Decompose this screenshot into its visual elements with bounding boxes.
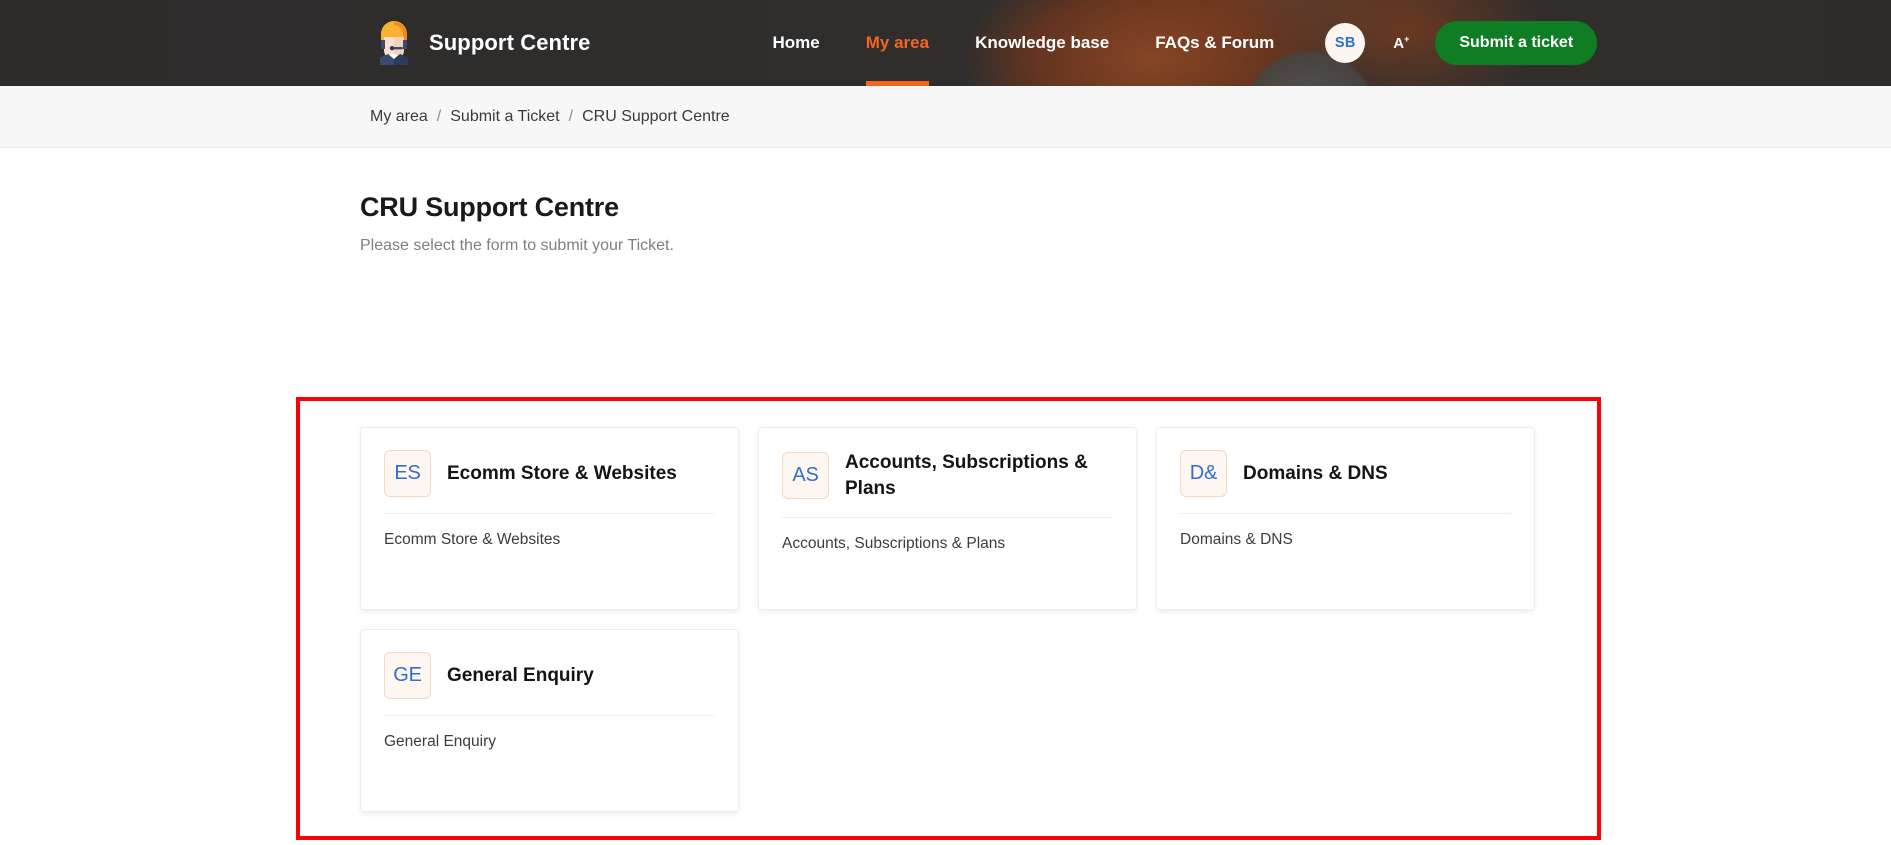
form-card-accounts-subscriptions-plans[interactable]: AS Accounts, Subscriptions & Plans Accou…: [758, 427, 1137, 610]
card-description: Ecomm Store & Websites: [384, 531, 561, 548]
card-title: General Enquiry: [447, 664, 594, 686]
card-description: Accounts, Subscriptions & Plans: [782, 535, 1006, 553]
nav-item-my-area[interactable]: My area: [843, 0, 952, 86]
nav-item-home[interactable]: Home: [750, 0, 843, 86]
main-content: CRU Support Centre Please select the for…: [0, 148, 1891, 845]
card-description: Domains & DNS: [1180, 531, 1293, 548]
card-badge-icon: GE: [384, 652, 431, 699]
brand-name: Support Centre: [429, 30, 591, 55]
submit-a-ticket-button[interactable]: Submit a ticket: [1435, 21, 1598, 65]
breadcrumb-separator: /: [568, 107, 574, 125]
brand-logo[interactable]: Support Centre: [372, 21, 591, 65]
breadcrumb-item-cru-support-centre[interactable]: CRU Support Centre: [582, 108, 730, 126]
page-subtitle: Please select the form to submit your Ti…: [360, 237, 674, 254]
breadcrumb-item-submit-a-ticket[interactable]: Submit a Ticket: [450, 108, 559, 126]
card-description: General Enquiry: [384, 733, 497, 750]
header-actions: SB A+ Submit a ticket: [1325, 21, 1598, 65]
nav-item-faqs-forum[interactable]: FAQs & Forum: [1132, 0, 1297, 86]
card-badge-icon: AS: [782, 452, 829, 500]
card-title: Ecomm Store & Websites: [447, 462, 677, 484]
nav-item-knowledge-base[interactable]: Knowledge base: [952, 0, 1132, 86]
form-card-ecomm-store-websites[interactable]: ES Ecomm Store & Websites Ecomm Store & …: [360, 427, 739, 610]
form-card-general-enquiry[interactable]: GE General Enquiry General Enquiry: [360, 629, 739, 812]
page-header: CRU Support Centre Please select the for…: [0, 148, 1891, 255]
support-agent-avatar-icon: [372, 21, 416, 65]
form-card-domains-dns[interactable]: D& Domains & DNS Domains & DNS: [1156, 427, 1535, 610]
breadcrumb-bar: My area / Submit a Ticket / CRU Support …: [0, 86, 1891, 206]
form-category-grid: ES Ecomm Store & Websites Ecomm Store & …: [360, 427, 1535, 812]
card-title: Domains & DNS: [1243, 462, 1388, 484]
main-nav: Home My area Knowledge base FAQs & Forum: [750, 0, 1298, 86]
breadcrumb: My area / Submit a Ticket / CRU Support …: [370, 108, 730, 126]
card-badge-icon: D&: [1180, 450, 1227, 497]
breadcrumb-item-my-area[interactable]: My area: [370, 108, 428, 126]
avatar[interactable]: SB: [1325, 23, 1366, 63]
text-size-letter: A: [1393, 35, 1405, 52]
page-title: CRU Support Centre: [360, 192, 619, 222]
breadcrumb-separator: /: [436, 107, 442, 125]
card-badge-icon: ES: [384, 450, 431, 497]
text-size-toggle[interactable]: A+: [1393, 34, 1409, 52]
text-size-plus: +: [1404, 34, 1410, 44]
site-header: Support Centre Home My area Knowledge ba…: [0, 0, 1891, 86]
card-title: Accounts, Subscriptions & Plans: [845, 452, 1088, 499]
